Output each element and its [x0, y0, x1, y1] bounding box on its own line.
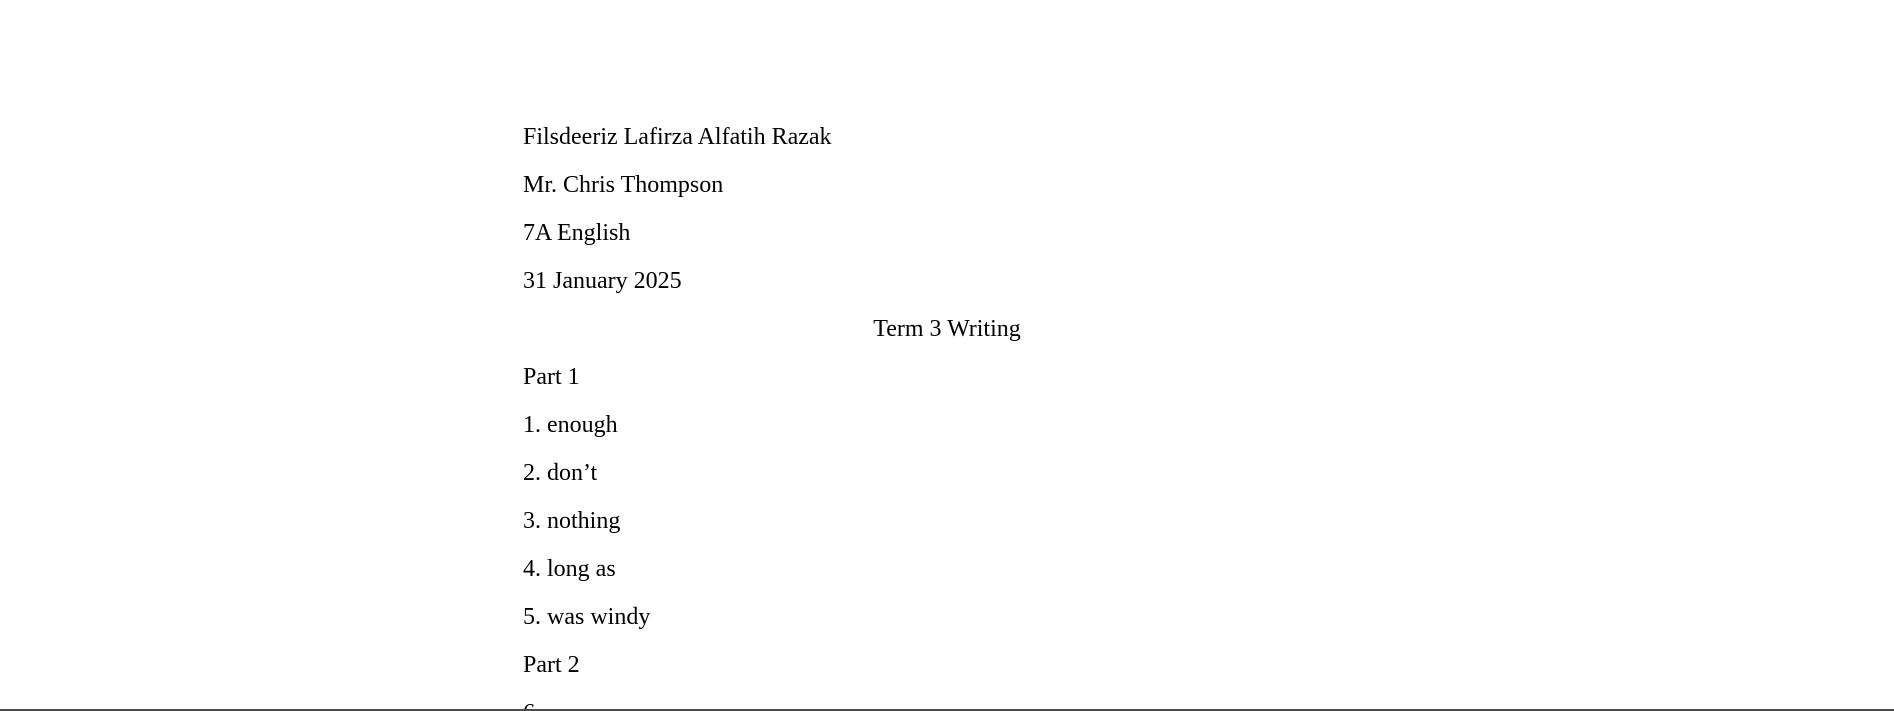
- teacher-name: Mr. Chris Thompson: [523, 172, 724, 198]
- document-page: Filsdeeriz Lafirza Alfatih Razak Mr. Chr…: [523, 113, 1371, 711]
- document-title: Term 3 Writing: [873, 316, 1021, 342]
- student-name: Filsdeeriz Lafirza Alfatih Razak: [523, 124, 832, 150]
- document-date: 31 January 2025: [523, 268, 682, 294]
- section-heading-part-1: Part 1: [523, 364, 580, 390]
- answer-item: 5. was windy: [523, 604, 651, 630]
- section-heading-part-2: Part 2: [523, 652, 580, 678]
- answer-item: 4. long as: [523, 556, 616, 582]
- answer-item: 3. nothing: [523, 508, 621, 534]
- answer-item: 2. don’t: [523, 460, 598, 486]
- document-viewport: Filsdeeriz Lafirza Alfatih Razak Mr. Chr…: [0, 0, 1894, 711]
- class-name: 7A English: [523, 220, 631, 246]
- answer-item: 1. enough: [523, 412, 618, 438]
- answer-item: 6.: [523, 689, 1371, 711]
